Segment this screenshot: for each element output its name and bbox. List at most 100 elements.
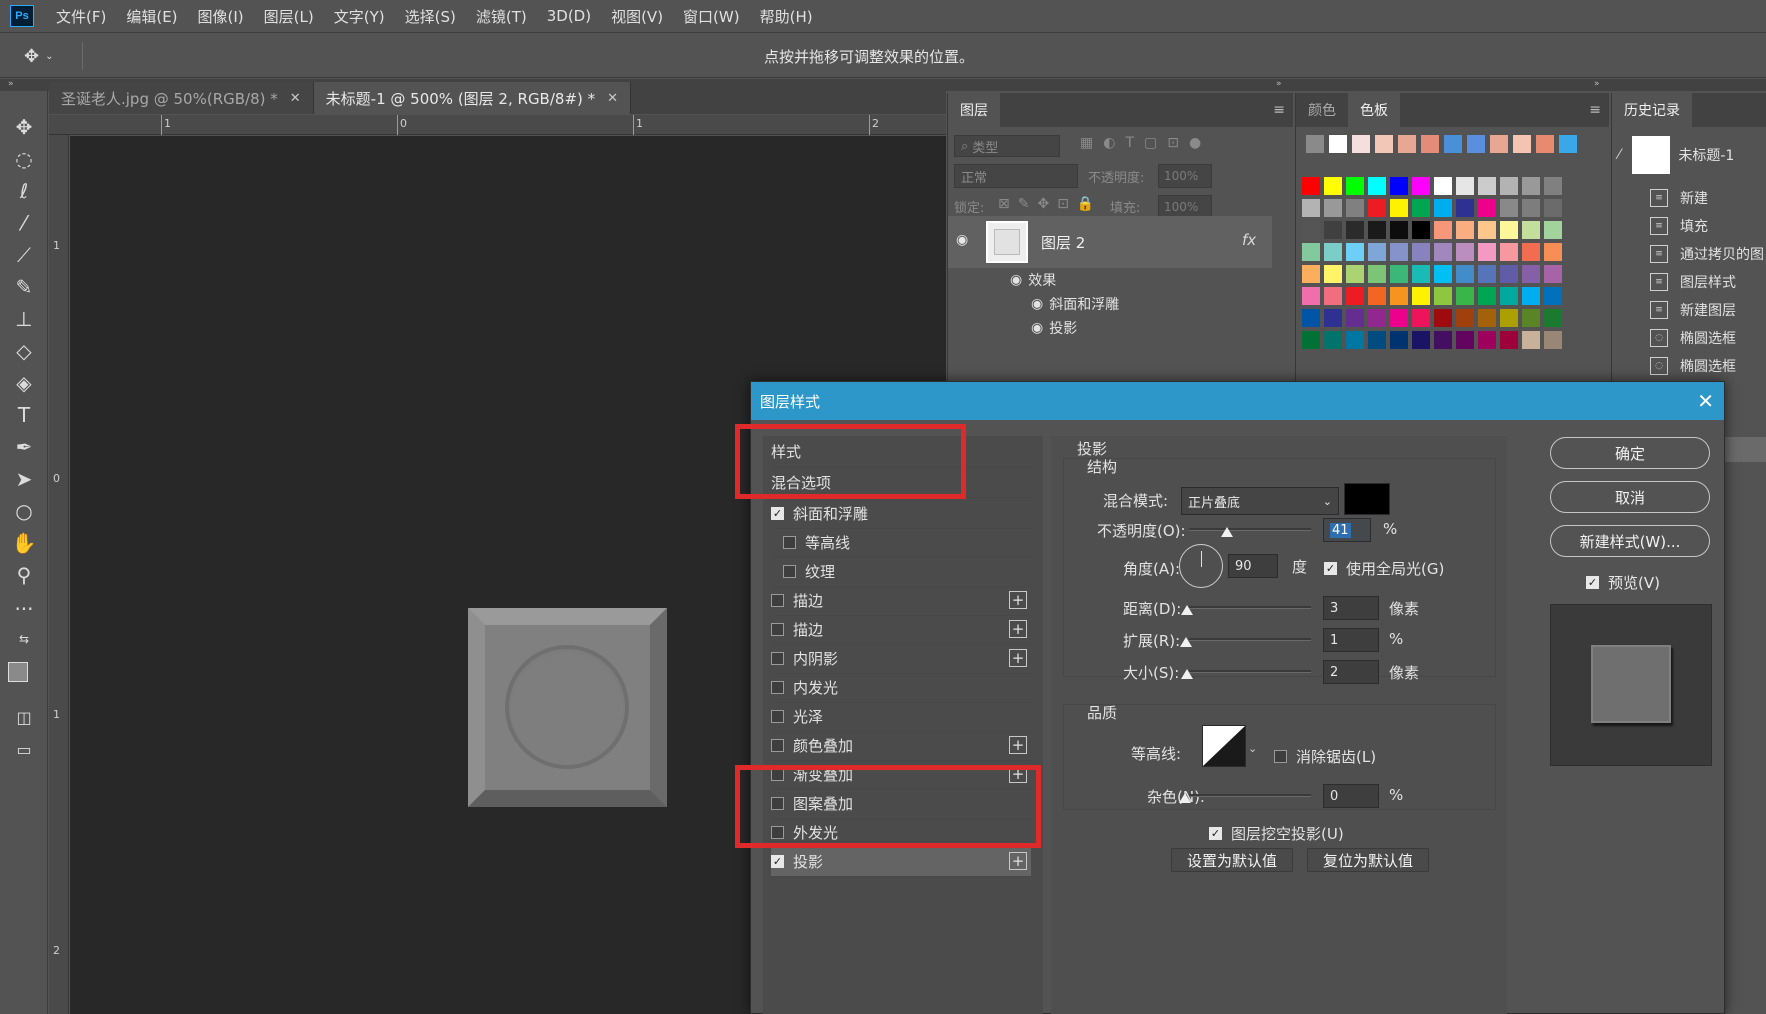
color-swatch[interactable] bbox=[1302, 177, 1320, 195]
color-swatch[interactable] bbox=[1500, 177, 1518, 195]
color-swatch[interactable] bbox=[1368, 221, 1386, 239]
color-swatch[interactable] bbox=[1522, 287, 1540, 305]
color-swatch[interactable] bbox=[1434, 177, 1452, 195]
color-swatch[interactable] bbox=[1412, 243, 1430, 261]
menu-type[interactable]: 文字(Y) bbox=[334, 6, 385, 27]
color-swatch[interactable] bbox=[1346, 199, 1364, 217]
color-swatch[interactable] bbox=[1500, 309, 1518, 327]
color-swatch[interactable] bbox=[1434, 221, 1452, 239]
color-swatch[interactable] bbox=[1478, 287, 1496, 305]
color-swatch[interactable] bbox=[1346, 309, 1364, 327]
color-swatch[interactable] bbox=[1544, 287, 1562, 305]
color-swatch[interactable] bbox=[1412, 221, 1430, 239]
color-swatch[interactable] bbox=[1324, 309, 1342, 327]
color-swatch[interactable] bbox=[1478, 221, 1496, 239]
hand-tool-icon[interactable]: ✋ bbox=[8, 529, 40, 557]
color-swatch[interactable] bbox=[1302, 221, 1320, 239]
color-swatch[interactable] bbox=[1390, 221, 1408, 239]
color-swatch[interactable] bbox=[1368, 177, 1386, 195]
effect-row-drop-shadow[interactable]: ◉ 投影 bbox=[986, 316, 1256, 340]
more-tools-icon[interactable]: ··· bbox=[8, 595, 40, 623]
color-swatch[interactable] bbox=[1522, 199, 1540, 217]
global-light-checkbox[interactable]: ✓ 使用全局光(G) bbox=[1324, 558, 1444, 579]
recent-swatch[interactable] bbox=[1559, 135, 1577, 153]
recent-swatch[interactable] bbox=[1375, 135, 1393, 153]
spread-field[interactable]: 1 bbox=[1323, 628, 1379, 652]
swap-colors-icon[interactable]: ⇆ bbox=[8, 625, 40, 653]
checkbox-icon[interactable] bbox=[783, 535, 796, 549]
color-swatch[interactable] bbox=[1434, 265, 1452, 283]
menu-help[interactable]: 帮助(H) bbox=[760, 6, 813, 27]
eye-icon[interactable]: ◉ bbox=[956, 232, 968, 248]
history-brush-icon[interactable]: ⁄ bbox=[1618, 147, 1620, 163]
color-swatch[interactable] bbox=[1522, 309, 1540, 327]
layer-filter-icons[interactable]: ▦◐T▢⊡● bbox=[1080, 135, 1211, 151]
preview-checkbox[interactable]: ✓ 预览(V) bbox=[1586, 572, 1660, 593]
color-swatch[interactable] bbox=[1456, 177, 1474, 195]
color-swatch[interactable] bbox=[1390, 309, 1408, 327]
blend-mode-select[interactable]: 正片叠底 ⌄ bbox=[1181, 487, 1339, 515]
color-swatch[interactable] bbox=[1456, 309, 1474, 327]
color-swatch[interactable] bbox=[1478, 309, 1496, 327]
shadow-color-swatch[interactable] bbox=[1344, 483, 1390, 515]
recent-swatch[interactable] bbox=[1513, 135, 1531, 153]
style-item[interactable]: ✓ 投影 + bbox=[771, 846, 1031, 877]
tool-preset-picker[interactable]: ✥ ⌄ bbox=[24, 44, 72, 68]
close-icon[interactable]: ✕ bbox=[1697, 389, 1714, 413]
color-swatch[interactable] bbox=[1434, 309, 1452, 327]
size-slider-thumb[interactable] bbox=[1181, 669, 1193, 679]
opacity-slider[interactable] bbox=[1189, 528, 1311, 531]
style-item[interactable]: 纹理 bbox=[771, 556, 1031, 587]
recent-swatch[interactable] bbox=[1306, 135, 1324, 153]
color-swatch[interactable] bbox=[1302, 287, 1320, 305]
blend-mode-select[interactable]: 正常 bbox=[954, 164, 1078, 188]
layer-filter-select[interactable]: ⌕ 类型 bbox=[954, 135, 1060, 157]
color-swatch[interactable] bbox=[1412, 309, 1430, 327]
antialias-checkbox[interactable]: 消除锯齿(L) bbox=[1274, 746, 1376, 767]
color-swatch[interactable] bbox=[1368, 287, 1386, 305]
menu-window[interactable]: 窗口(W) bbox=[683, 6, 740, 27]
color-swatch[interactable] bbox=[1302, 309, 1320, 327]
opacity-field[interactable]: 41 bbox=[1323, 518, 1371, 542]
color-swatch[interactable] bbox=[1544, 221, 1562, 239]
color-swatch[interactable] bbox=[1544, 309, 1562, 327]
checkbox-icon[interactable]: ✓ bbox=[771, 506, 784, 520]
color-swatch[interactable] bbox=[1478, 199, 1496, 217]
color-swatch[interactable] bbox=[1500, 221, 1518, 239]
recent-swatch[interactable] bbox=[1536, 135, 1554, 153]
color-swatch[interactable] bbox=[1302, 331, 1320, 349]
make-default-button[interactable]: 设置为默认值 bbox=[1171, 848, 1293, 872]
style-item[interactable]: ✓ 斜面和浮雕 bbox=[771, 498, 1031, 529]
color-swatch[interactable] bbox=[1346, 221, 1364, 239]
layer-name[interactable]: 图层 2 bbox=[1041, 232, 1085, 253]
eyedropper-icon[interactable]: ⟋ bbox=[8, 241, 40, 269]
menu-file[interactable]: 文件(F) bbox=[56, 6, 106, 27]
color-swatch[interactable] bbox=[1434, 287, 1452, 305]
stamp-tool-icon[interactable]: ⊥ bbox=[8, 305, 40, 333]
style-item[interactable]: 内发光 bbox=[771, 672, 1031, 703]
menu-view[interactable]: 视图(V) bbox=[611, 6, 663, 27]
color-swatch[interactable] bbox=[1500, 243, 1518, 261]
color-swatch[interactable] bbox=[1324, 177, 1342, 195]
knockout-checkbox[interactable]: ✓ 图层挖空投影(U) bbox=[1209, 823, 1344, 844]
history-item[interactable]: ≡ 通过拷贝的图 bbox=[1612, 241, 1766, 266]
history-item[interactable]: ≡ 新建 bbox=[1612, 185, 1766, 210]
color-swatch[interactable] bbox=[1324, 331, 1342, 349]
color-swatch[interactable] bbox=[1346, 287, 1364, 305]
color-swatch[interactable] bbox=[1302, 243, 1320, 261]
recent-swatch[interactable] bbox=[1467, 135, 1485, 153]
recent-swatch[interactable] bbox=[1444, 135, 1462, 153]
style-item[interactable]: 描边 + bbox=[771, 614, 1031, 645]
checkbox-icon[interactable]: ✓ bbox=[771, 854, 784, 868]
spread-slider-thumb[interactable] bbox=[1180, 637, 1192, 647]
color-swatch[interactable] bbox=[1434, 199, 1452, 217]
eye-icon[interactable]: ◉ bbox=[1031, 296, 1043, 312]
color-swatch[interactable] bbox=[1412, 265, 1430, 283]
opacity-slider-thumb[interactable] bbox=[1221, 527, 1233, 537]
add-effect-icon[interactable]: + bbox=[1009, 591, 1027, 609]
color-swatch[interactable] bbox=[1544, 177, 1562, 195]
panel-menu-icon[interactable]: ≡ bbox=[1589, 102, 1601, 118]
tab-color[interactable]: 颜色 bbox=[1296, 93, 1348, 127]
move-tool-icon[interactable]: ✥ bbox=[8, 113, 40, 141]
color-swatch[interactable] bbox=[1500, 199, 1518, 217]
